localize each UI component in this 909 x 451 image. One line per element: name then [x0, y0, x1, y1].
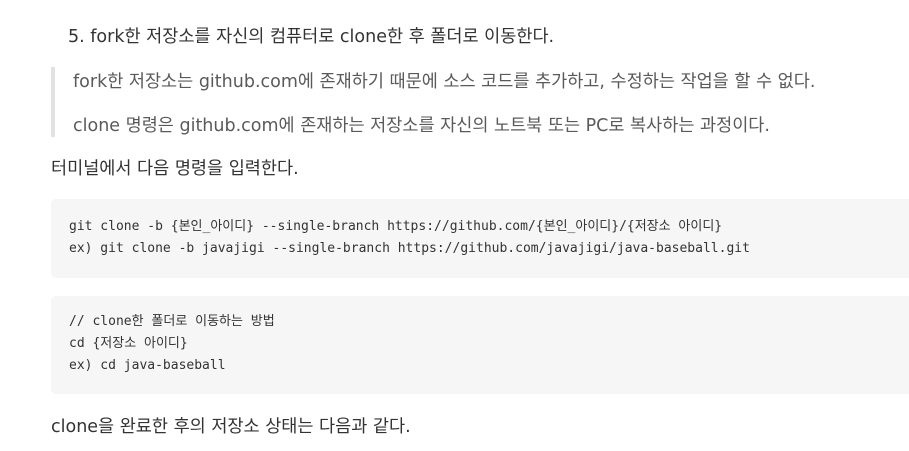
code-comment-line: // clone한 폴더로 이동하는 방법	[69, 314, 275, 329]
paragraph-clone-result: clone을 완료한 후의 저장소 상태는 다음과 같다.	[51, 417, 411, 437]
code-block-cd[interactable]: // clone한 폴더로 이동하는 방법 cd {저장소 아이디} ex) cd …	[51, 296, 909, 394]
code-line: ex) cd java-baseball	[69, 358, 226, 373]
paragraph-terminal-instruction: 터미널에서 다음 명령을 입력한다.	[51, 159, 299, 179]
code-line: ex) git clone -b javajigi --single-branc…	[69, 241, 750, 256]
code-block-git-clone[interactable]: git clone -b {본인_아이디} --single-branch ht…	[51, 199, 909, 278]
quote-line-fork: fork한 저장소는 github.com에 존재하기 때문에 소스 코드를 추…	[73, 72, 816, 92]
code-content: // clone한 폴더로 이동하는 방법 cd {저장소 아이디} ex) cd …	[69, 311, 275, 377]
code-line: cd {저장소 아이디}	[69, 336, 188, 351]
blockquote: fork한 저장소는 github.com에 존재하기 때문에 소스 코드를 추…	[51, 67, 875, 137]
code-content: git clone -b {본인_아이디} --single-branch ht…	[69, 216, 750, 260]
code-line: git clone -b {본인_아이디} --single-branch ht…	[69, 219, 723, 234]
step-item: 5. fork한 저장소를 자신의 컴퓨터로 clone한 후 폴더로 이동한다…	[68, 27, 555, 47]
quote-line-clone: clone 명령은 github.com에 존재하는 저장소를 자신의 노트북 …	[73, 116, 770, 136]
